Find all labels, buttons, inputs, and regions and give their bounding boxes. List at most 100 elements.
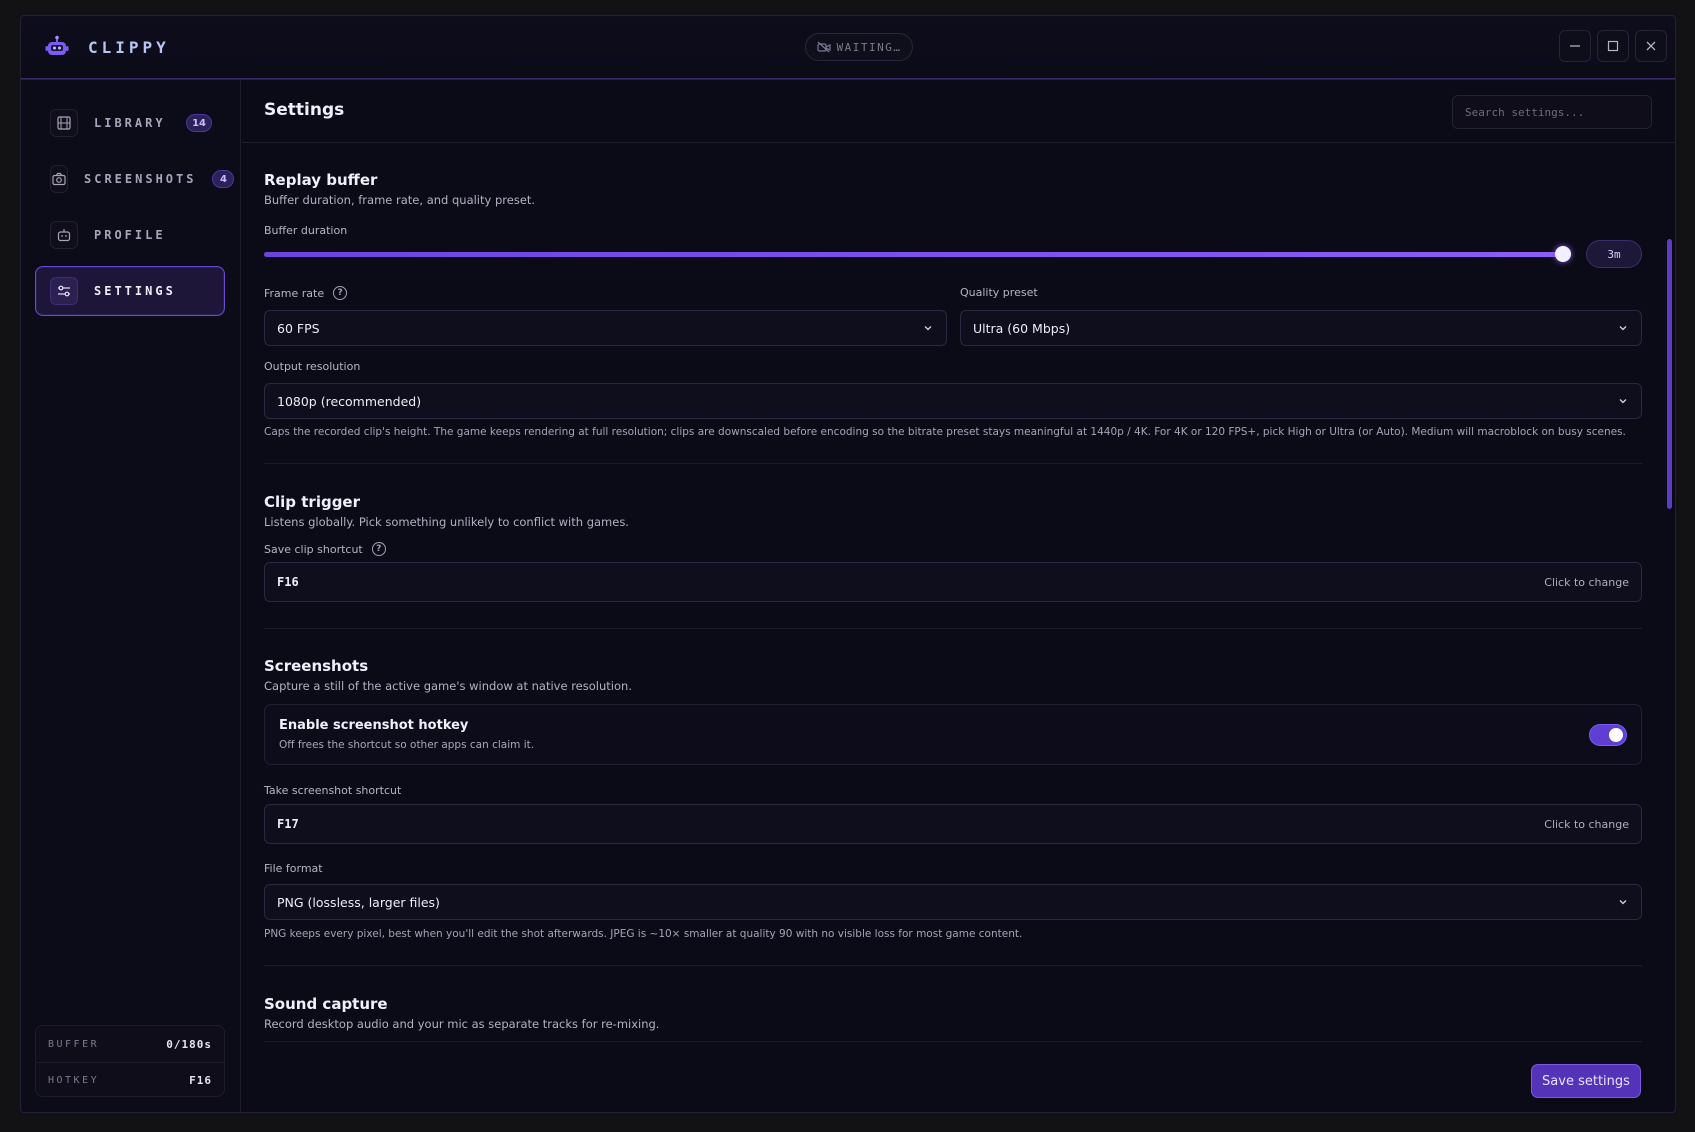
- sidebar-item-label: SCREENSHOTS: [84, 172, 197, 186]
- frame-rate-select[interactable]: 60 FPS: [264, 310, 947, 346]
- frame-rate-label-text: Frame rate: [264, 286, 325, 300]
- toggle-knob: [1609, 728, 1623, 742]
- screenshot-shortcut-label-text: Take screenshot shortcut: [264, 784, 402, 797]
- output-resolution-label: Output resolution: [264, 360, 360, 373]
- divider: [36, 1062, 224, 1063]
- chevron-down-icon: [1619, 399, 1627, 404]
- sidebar-item-library[interactable]: LIBRARY 14: [35, 98, 225, 148]
- quality-preset-value: Ultra (60 Mbps): [973, 320, 1071, 336]
- screenshot-hotkey-toggle[interactable]: [1590, 725, 1626, 745]
- buffer-duration-label: Buffer duration: [264, 224, 347, 237]
- section-divider: [264, 463, 1642, 464]
- scrollbar[interactable]: [1665, 156, 1675, 1112]
- slider-fill: [264, 252, 1564, 257]
- minimize-icon: [1570, 45, 1580, 47]
- click-to-change-hint: Click to change: [1544, 575, 1629, 589]
- screenshot-shortcut-key: F17: [277, 817, 299, 831]
- page-header: Settings: [242, 80, 1675, 143]
- app-window: CLIPPY WAITING… LIBRARY 14 SCREENSHOTS 4…: [20, 15, 1676, 1113]
- output-resolution-select[interactable]: 1080p (recommended): [264, 383, 1642, 419]
- section-title-replay-buffer: Replay buffer: [264, 171, 378, 189]
- quality-preset-label-text: Quality preset: [960, 286, 1038, 299]
- quality-preset-select[interactable]: Ultra (60 Mbps): [960, 310, 1642, 346]
- slider-handle[interactable]: [1555, 246, 1572, 262]
- buffer-status-row: BUFFER 0/180s: [48, 1034, 212, 1054]
- quality-preset-label: Quality preset: [960, 286, 1038, 299]
- file-format-select[interactable]: PNG (lossless, larger files): [264, 884, 1642, 920]
- section-desc-replay-buffer: Buffer duration, frame rate, and quality…: [264, 193, 536, 207]
- chevron-down-icon: [1619, 900, 1627, 905]
- section-desc-sound-capture: Record desktop audio and your mic as sep…: [264, 1017, 660, 1031]
- help-icon[interactable]: ?: [333, 286, 348, 300]
- save-settings-button[interactable]: Save settings: [1531, 1064, 1641, 1098]
- save-clip-shortcut-label: Save clip shortcut ?: [264, 542, 386, 556]
- buffer-value: 0/180s: [166, 1037, 212, 1051]
- buffer-duration-label-text: Buffer duration: [264, 224, 348, 237]
- section-divider: [264, 965, 1642, 966]
- library-count-badge: 14: [186, 114, 212, 132]
- sidebar-item-screenshots[interactable]: SCREENSHOTS 4: [35, 154, 235, 204]
- maximize-icon: [1607, 40, 1619, 52]
- section-title-sound-capture: Sound capture: [264, 995, 388, 1013]
- recording-status-badge: WAITING…: [805, 33, 913, 61]
- camera-off-icon: [816, 41, 831, 53]
- sidebar-item-label: PROFILE: [94, 228, 166, 242]
- save-clip-shortcut-field[interactable]: F16 Click to change: [264, 562, 1642, 602]
- robot-icon: [50, 221, 78, 249]
- help-icon[interactable]: ?: [371, 542, 386, 556]
- output-resolution-label-text: Output resolution: [264, 360, 361, 373]
- sidebar-item-label: SETTINGS: [94, 284, 176, 298]
- hotkey-status-row: HOTKEY F16: [48, 1070, 212, 1090]
- file-format-label-text: File format: [264, 862, 323, 875]
- title-bar: CLIPPY WAITING…: [21, 16, 1675, 79]
- section-divider: [264, 628, 1642, 629]
- frame-rate-label: Frame rate ?: [264, 286, 348, 300]
- save-clip-shortcut-label-text: Save clip shortcut: [264, 542, 363, 556]
- search-input[interactable]: [1452, 95, 1652, 129]
- output-resolution-hint: Caps the recorded clip's height. The gam…: [264, 426, 1626, 438]
- section-desc-screenshots: Capture a still of the active game's win…: [264, 679, 632, 693]
- buffer-duration-value: 3m: [1586, 240, 1642, 268]
- toggle-desc: Off frees the shortcut so other apps can…: [279, 739, 535, 751]
- file-format-hint: PNG keeps every pixel, best when you'll …: [264, 928, 1023, 940]
- section-title-clip-trigger: Clip trigger: [264, 493, 361, 511]
- screenshot-shortcut-field[interactable]: F17 Click to change: [264, 804, 1642, 844]
- film-icon: [50, 109, 78, 137]
- toggle-title: Enable screenshot hotkey: [279, 718, 469, 733]
- section-desc-clip-trigger: Listens globally. Pick something unlikel…: [264, 515, 629, 529]
- maximize-button[interactable]: [1597, 30, 1629, 62]
- chevron-down-icon: [924, 326, 932, 331]
- app-brand: CLIPPY: [88, 38, 170, 57]
- sidebar: LIBRARY 14 SCREENSHOTS 4 PROFILE SETTING…: [21, 80, 241, 1112]
- file-format-value: PNG (lossless, larger files): [277, 894, 440, 910]
- hotkey-label: HOTKEY: [48, 1074, 100, 1086]
- chevron-down-icon: [1619, 326, 1627, 331]
- file-format-label: File format: [264, 862, 323, 875]
- section-title-screenshots: Screenshots: [264, 657, 369, 675]
- screenshots-count-badge: 4: [212, 170, 235, 188]
- scrollbar-thumb[interactable]: [1667, 239, 1672, 509]
- status-panel: BUFFER 0/180s HOTKEY F16: [35, 1025, 225, 1097]
- screenshot-hotkey-toggle-card: Enable screenshot hotkey Off frees the s…: [264, 704, 1642, 765]
- settings-panel: Settings Replay buffer Buffer duration, …: [242, 80, 1675, 1112]
- close-button[interactable]: [1635, 30, 1667, 62]
- sliders-icon: [50, 277, 78, 305]
- frame-rate-value: 60 FPS: [277, 320, 320, 336]
- output-resolution-value: 1080p (recommended): [277, 393, 422, 409]
- bottom-fade: [242, 1042, 1665, 1112]
- minimize-button[interactable]: [1559, 30, 1591, 62]
- buffer-duration-slider[interactable]: [264, 246, 1572, 262]
- save-clip-shortcut-key: F16: [277, 575, 299, 589]
- close-icon: [1646, 41, 1656, 51]
- status-text: WAITING…: [836, 40, 902, 54]
- robot-logo-icon: [45, 35, 69, 55]
- buffer-label: BUFFER: [48, 1038, 100, 1050]
- sidebar-item-profile[interactable]: PROFILE: [35, 210, 225, 260]
- sidebar-item-label: LIBRARY: [94, 116, 166, 130]
- sidebar-item-settings[interactable]: SETTINGS: [35, 266, 225, 316]
- hotkey-value: F16: [189, 1073, 212, 1087]
- screenshot-shortcut-label: Take screenshot shortcut: [264, 784, 401, 797]
- page-title: Settings: [264, 100, 345, 120]
- camera-icon: [50, 165, 68, 193]
- click-to-change-hint: Click to change: [1544, 817, 1629, 831]
